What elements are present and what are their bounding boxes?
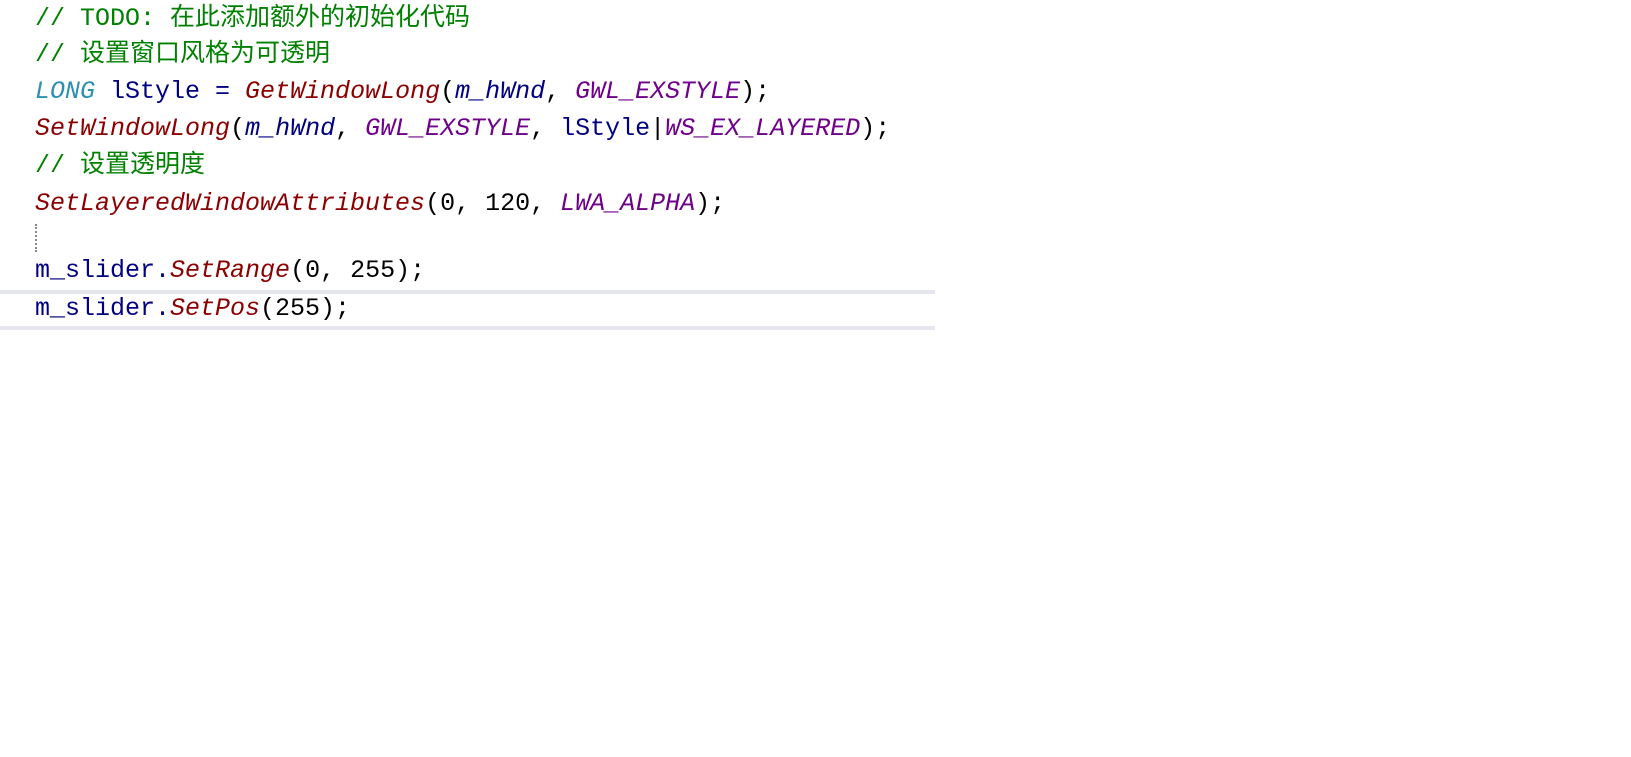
code-token-plain: (	[440, 77, 456, 106]
code-token-func: GetWindowLong	[245, 77, 441, 106]
code-token-var: m_hWnd	[245, 114, 336, 143]
code-token-comment: // TODO: 在此添加额外的初始化代码	[35, 4, 471, 33]
code-token-ident: m_slider.	[35, 256, 171, 285]
code-token-plain: ,	[545, 77, 576, 106]
code-line[interactable]: // 设置窗口风格为可透明	[35, 36, 330, 73]
code-line[interactable]: m_slider.SetPos(255);	[35, 290, 350, 327]
code-line[interactable]: SetLayeredWindowAttributes(0, 120, LWA_A…	[35, 185, 725, 222]
code-token-plain: |	[650, 114, 666, 143]
code-token-plain: ,	[530, 114, 561, 143]
code-token-func: SetWindowLong	[35, 114, 231, 143]
code-token-comment: // 设置透明度	[35, 151, 206, 180]
code-token-func: SetPos	[170, 294, 261, 323]
code-token-plain: );	[860, 114, 891, 143]
code-token-plain: (0, 255);	[290, 256, 426, 285]
code-token-var: m_hWnd	[455, 77, 546, 106]
code-token-plain: );	[695, 189, 726, 218]
code-token-ident: lStyle	[560, 114, 651, 143]
code-token-func: SetLayeredWindowAttributes	[35, 189, 426, 218]
code-token-plain: (0, 120,	[425, 189, 561, 218]
code-token-ident: lStyle =	[95, 77, 246, 106]
code-token-ident: m_slider.	[35, 294, 171, 323]
code-token-type: LONG	[35, 77, 96, 106]
code-line[interactable]: m_slider.SetRange(0, 255);	[35, 252, 425, 289]
indent-guide	[35, 224, 37, 252]
code-token-macro: WS_EX_LAYERED	[665, 114, 861, 143]
code-token-macro: GWL_EXSTYLE	[365, 114, 531, 143]
code-token-plain: ,	[335, 114, 366, 143]
code-token-plain: );	[740, 77, 771, 106]
code-line[interactable]: LONG lStyle = GetWindowLong(m_hWnd, GWL_…	[35, 73, 770, 110]
code-token-plain: (255);	[260, 294, 351, 323]
code-token-macro: GWL_EXSTYLE	[575, 77, 741, 106]
code-token-func: SetRange	[170, 256, 291, 285]
code-token-macro: LWA_ALPHA	[560, 189, 696, 218]
code-token-plain: (	[230, 114, 246, 143]
code-line[interactable]: // TODO: 在此添加额外的初始化代码	[35, 0, 470, 37]
code-line[interactable]: SetWindowLong(m_hWnd, GWL_EXSTYLE, lStyl…	[35, 110, 890, 147]
code-token-comment: // 设置窗口风格为可透明	[35, 40, 331, 69]
code-line[interactable]: // 设置透明度	[35, 147, 205, 184]
